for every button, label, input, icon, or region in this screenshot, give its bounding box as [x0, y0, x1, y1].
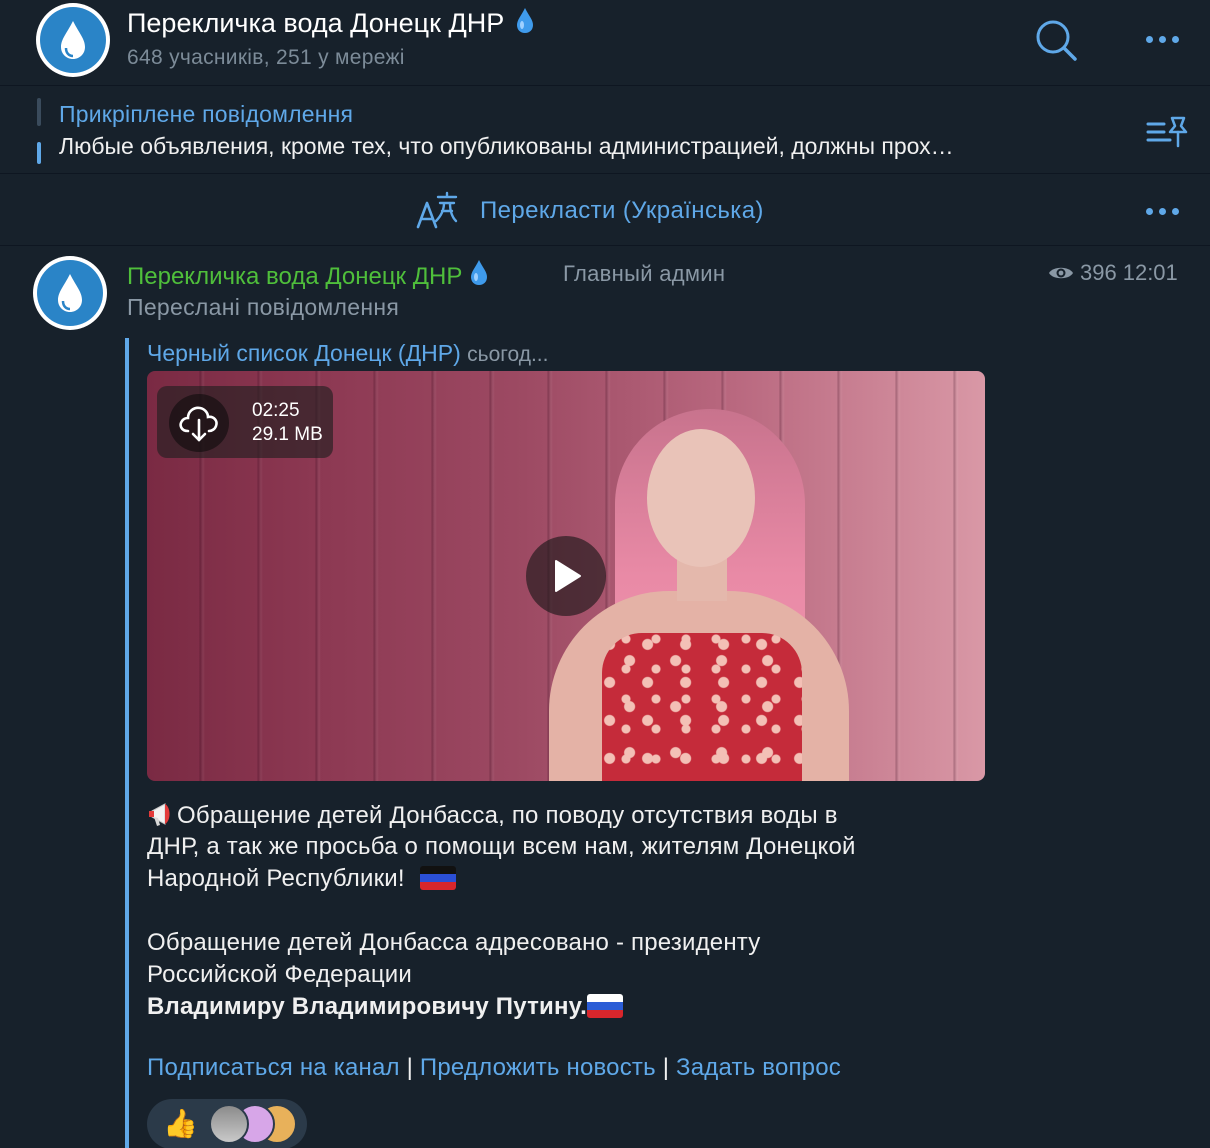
- message-text-line-6: Владимиру Владимировичу Путину.: [147, 991, 623, 1023]
- video-player[interactable]: 02:25 29.1 MB: [147, 371, 985, 781]
- message-links: Подписаться на канал | Предложить новост…: [147, 1054, 841, 1082]
- message-text: Владимиру Владимировичу Путину.: [147, 993, 587, 1020]
- link-separator: |: [406, 1054, 414, 1081]
- message-text-line-2: ДНР, а так же просьба о помощи всем нам,…: [147, 833, 856, 860]
- droplet-emoji-icon: [516, 8, 533, 33]
- forward-source[interactable]: Черный список Донецк (ДНР) сьогод...: [147, 340, 548, 367]
- admin-rank: Главный админ: [563, 261, 726, 286]
- message-text-line-3: Народной Республики!: [147, 863, 456, 895]
- suggest-news-link[interactable]: Предложить новость: [420, 1054, 656, 1081]
- message-meta: 396 12:01: [1048, 260, 1178, 286]
- translate-label: Перекласти (Українська): [480, 197, 764, 224]
- play-button[interactable]: [526, 536, 606, 616]
- water-drop-icon: [61, 21, 85, 59]
- member-count: 648 учасників, 251 у мережі: [127, 46, 405, 69]
- more-icon: [1145, 35, 1153, 43]
- chat-title-text: Перекличка вода Донецк ДНР: [127, 8, 505, 38]
- more-icon: [1145, 207, 1153, 215]
- subscribe-link[interactable]: Подписаться на канал: [147, 1054, 400, 1081]
- chat-title[interactable]: Перекличка вода Донецк ДНР: [127, 6, 536, 39]
- translate-button[interactable]: Перекласти (Українська): [414, 190, 764, 232]
- link-separator: |: [662, 1054, 670, 1081]
- message-time: 12:01: [1122, 260, 1178, 285]
- thumbs-up-icon: 👍: [163, 1108, 198, 1139]
- translate-bar: Перекласти (Українська): [0, 176, 1210, 246]
- message-text: Обращение детей Донбасса, по поводу отсу…: [177, 802, 838, 829]
- pinned-list-button[interactable]: [1144, 112, 1190, 152]
- pinned-message-bar[interactable]: Прикріплене повідомлення Любые объявлени…: [0, 88, 1210, 174]
- message-text-line-4: Обращение детей Донбасса адресовано - пр…: [147, 929, 761, 956]
- ask-question-link[interactable]: Задать вопрос: [676, 1054, 841, 1081]
- download-button[interactable]: [169, 394, 229, 452]
- forwarded-label: Переслані повідомлення: [127, 294, 400, 320]
- video-frame-face: [647, 429, 755, 567]
- search-button[interactable]: [1030, 16, 1082, 64]
- message-text: Народной Республики!: [147, 865, 405, 892]
- message-author-name: Перекличка вода Донецк ДНР: [127, 263, 463, 290]
- megaphone-emoji-icon: [149, 803, 170, 826]
- cloud-download-icon: [179, 406, 218, 442]
- pinned-title: Прикріплене повідомлення: [59, 101, 354, 127]
- pinned-indicator-active: [37, 142, 41, 164]
- translate-options-button[interactable]: [1138, 196, 1186, 226]
- russia-flag-icon: [586, 994, 623, 1018]
- play-icon: [555, 560, 581, 592]
- search-icon: [1036, 20, 1077, 61]
- eye-icon: [1049, 267, 1073, 279]
- message-author[interactable]: Перекличка вода Донецк ДНР: [127, 258, 490, 291]
- forward-quote-line: [125, 338, 129, 1148]
- dpr-flag-icon: [419, 866, 456, 890]
- chat-header: Перекличка вода Донецк ДНР 648 учасників…: [0, 0, 1210, 86]
- translate-icon: [416, 191, 458, 229]
- pinned-text: Любые объявления, кроме тех, что опублик…: [59, 133, 954, 159]
- water-drop-icon: [58, 274, 82, 312]
- reactor-avatar: [209, 1104, 249, 1144]
- message-text-line-5: Российской Федерации: [147, 961, 412, 988]
- video-size: 29.1 MB: [252, 424, 323, 445]
- video-frame-dress: [602, 633, 802, 781]
- channel-avatar[interactable]: [36, 3, 110, 77]
- download-badge[interactable]: 02:25 29.1 MB: [157, 386, 333, 458]
- message-text-line-1: Обращение детей Донбасса, по поводу отсу…: [147, 799, 838, 832]
- more-options-button[interactable]: [1138, 24, 1186, 54]
- pinned-indicator: [37, 98, 41, 126]
- pin-list-icon: [1146, 116, 1188, 148]
- droplet-emoji-icon: [471, 260, 488, 285]
- forward-source-name: Черный список Донецк (ДНР): [147, 340, 461, 366]
- video-duration: 02:25: [252, 400, 300, 421]
- sender-avatar[interactable]: [33, 256, 107, 330]
- forward-date: сьогод...: [467, 343, 549, 366]
- view-count: 396: [1080, 260, 1117, 285]
- reaction-chip[interactable]: 👍: [147, 1099, 307, 1148]
